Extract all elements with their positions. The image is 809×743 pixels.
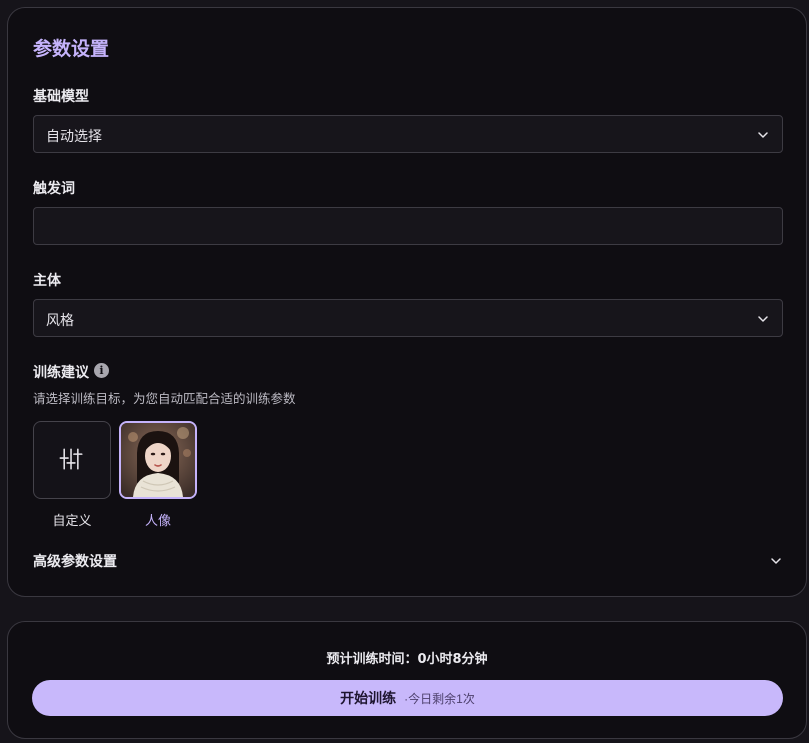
sliders-icon [59, 448, 83, 470]
start-training-button[interactable]: 开始训练 ·今日剩余1次 [32, 680, 783, 716]
panel-title: 参数设置 [33, 38, 110, 60]
chevron-down-icon [771, 558, 781, 564]
preset-portrait-label: 人像 [144, 514, 171, 529]
training-suggestion-hint: 请选择训练目标，为您自动匹配合适的训练参数 [33, 391, 296, 406]
advanced-settings-label: 高级参数设置 [33, 554, 117, 570]
preset-custom-card[interactable] [33, 421, 111, 499]
start-training-label: 开始训练 [340, 690, 397, 706]
chevron-down-icon [758, 316, 768, 322]
base-model-select[interactable]: 自动选择 [33, 115, 783, 153]
estimated-training-time: 预计训练时间：0小时8分钟 [326, 652, 488, 667]
base-model-value: 自动选择 [46, 129, 102, 145]
advanced-settings-toggle[interactable]: 高级参数设置 [33, 551, 783, 571]
remaining-quota-text: ·今日剩余1次 [404, 691, 475, 706]
info-icon[interactable]: i [94, 363, 109, 378]
subject-select[interactable]: 风格 [33, 299, 783, 337]
portrait-image [121, 423, 195, 497]
subject-label: 主体 [33, 273, 61, 289]
preset-custom-label: 自定义 [52, 514, 92, 529]
parameter-settings-panel: 参数设置 基础模型 自动选择 触发词 主体 风格 训练建议 i 请选择训练目标，… [7, 7, 807, 597]
training-suggestion-label: 训练建议 [33, 365, 89, 381]
trigger-word-label: 触发词 [33, 181, 75, 197]
preset-portrait-card[interactable] [119, 421, 197, 499]
training-footer-panel: 预计训练时间：0小时8分钟 开始训练 ·今日剩余1次 [7, 621, 807, 739]
chevron-down-icon [758, 132, 768, 138]
base-model-label: 基础模型 [33, 89, 89, 105]
trigger-word-input[interactable] [33, 207, 783, 245]
subject-value: 风格 [46, 313, 74, 329]
